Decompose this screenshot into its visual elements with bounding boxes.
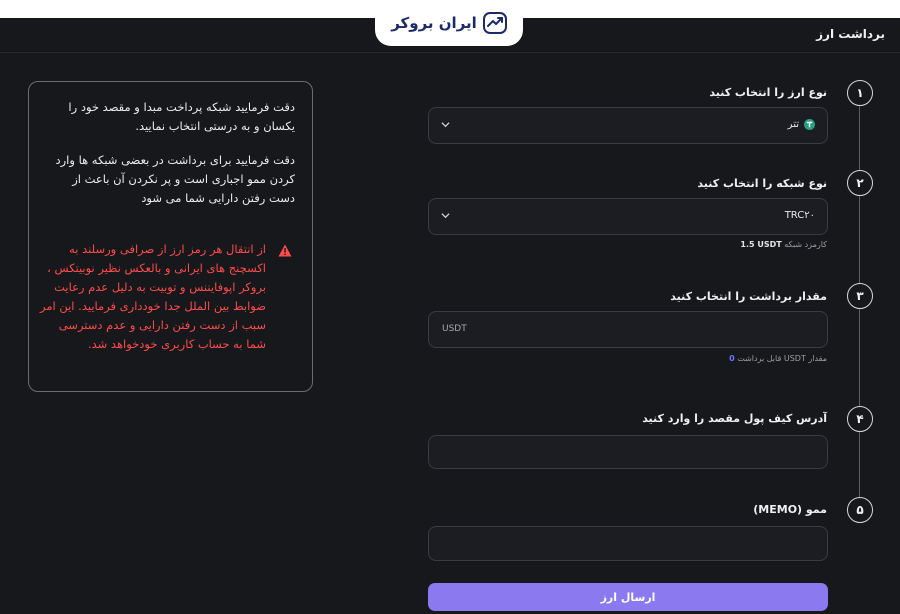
step-2-number: ۲ (847, 170, 873, 196)
network-fee-hint: کارمزد شبکه 1.5 USDT (740, 240, 827, 249)
chevron-down-icon (441, 213, 450, 219)
amount-input[interactable]: USDT (428, 311, 828, 348)
page-title: برداشت ارز (816, 27, 885, 41)
currency-selected: تتر (788, 119, 815, 130)
available-balance-value[interactable]: 0 (729, 354, 735, 363)
step-3-label: مقدار برداشت را انتخاب کنید (670, 290, 827, 303)
step-2-label: نوع شبکه را انتخاب کنید (697, 177, 827, 190)
notice-warning-text: از انتقال هر رمز ارز از صرافی ورسلند به … (40, 242, 266, 351)
network-select[interactable]: TRC۲۰ (428, 198, 828, 235)
step-4-number: ۴ (847, 406, 873, 432)
notice-box: دقت فرمایید شبکه پرداخت مبدا و مقصد خود … (28, 81, 313, 392)
trend-chart-icon (482, 12, 507, 34)
network-value: TRC۲۰ (784, 210, 815, 221)
step-4-label: آدرس کیف پول مقصد را وارد کنید (642, 412, 827, 425)
step-5-label: ممو (MEMO) (753, 503, 827, 516)
submit-button[interactable]: ارسال ارز (428, 583, 828, 611)
tether-icon (804, 119, 815, 130)
currency-select[interactable]: تتر (428, 107, 828, 144)
amount-placeholder: USDT (442, 324, 467, 334)
step-1-number: ۱ (847, 80, 873, 106)
brand-logo[interactable]: ایران بروکر (375, 0, 523, 46)
step-5-number: ۵ (847, 497, 873, 523)
chevron-down-icon (441, 122, 450, 128)
step-3-number: ۳ (847, 283, 873, 309)
available-balance-label: مقدار USDT قابل برداشت (737, 354, 827, 363)
notice-memo-text: دقت فرمایید برای برداشت در بعضی شبکه ها … (55, 153, 296, 205)
wallet-address-input[interactable] (428, 435, 828, 469)
available-balance-hint: مقدار USDT قابل برداشت 0 (729, 354, 827, 363)
warning-icon (278, 244, 292, 257)
header-divider (0, 52, 900, 53)
step-1-label: نوع ارز را انتخاب کنید (709, 86, 827, 99)
memo-input[interactable] (428, 526, 828, 561)
currency-value: تتر (787, 119, 799, 130)
network-fee-value: 1.5 USDT (740, 240, 782, 249)
brand-logo-text: ایران بروکر (391, 14, 477, 32)
network-fee-label: کارمزد شبکه (784, 240, 827, 249)
notice-network-text: دقت فرمایید شبکه پرداخت مبدا و مقصد خود … (68, 100, 295, 133)
